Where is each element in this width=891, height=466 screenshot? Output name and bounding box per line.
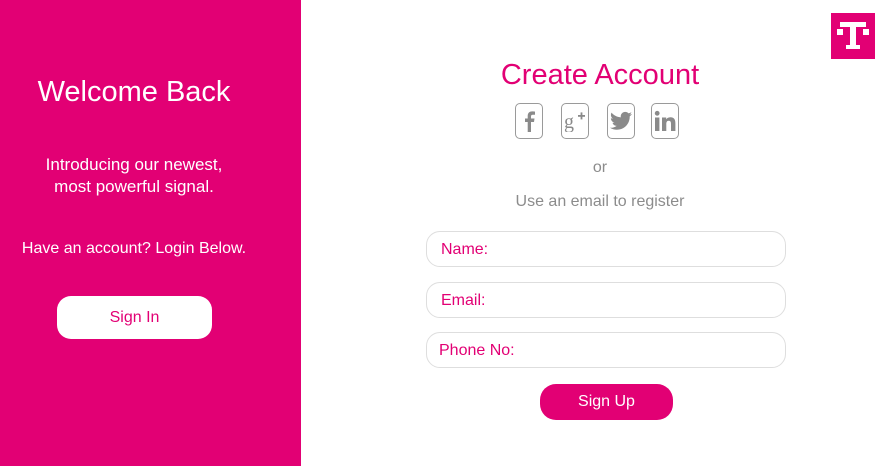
facebook-button[interactable]	[515, 103, 543, 139]
facebook-icon	[522, 110, 536, 132]
phone-field[interactable]: Phone No:	[426, 332, 786, 368]
tagline-line-2: most powerful signal.	[54, 177, 214, 196]
sign-in-button[interactable]: Sign In	[57, 296, 212, 339]
google-plus-button[interactable]: g	[561, 103, 589, 139]
welcome-panel: Welcome Back Introducing our newest, mos…	[0, 0, 301, 466]
phone-field-label: Phone No:	[439, 342, 515, 359]
email-field[interactable]: Email:	[426, 282, 786, 318]
tagline-line-1: Introducing our newest,	[45, 155, 223, 174]
name-field[interactable]: Name:	[426, 231, 786, 267]
email-input[interactable]	[537, 287, 771, 315]
svg-text:g: g	[564, 111, 574, 132]
sign-up-button[interactable]: Sign Up	[540, 384, 673, 420]
tagline: Introducing our newest, most powerful si…	[0, 154, 268, 198]
or-divider-text: or	[592, 159, 608, 176]
t-logo-icon	[831, 13, 875, 59]
name-field-label: Name:	[441, 241, 489, 258]
google-plus-icon: g	[563, 110, 587, 132]
phone-input[interactable]	[537, 337, 771, 365]
email-register-hint: Use an email to register	[515, 193, 685, 210]
name-input[interactable]	[537, 236, 771, 264]
linkedin-icon	[654, 110, 676, 132]
have-account-text: Have an account? Login Below.	[21, 240, 247, 257]
twitter-icon	[610, 111, 632, 131]
linkedin-button[interactable]	[651, 103, 679, 139]
social-login-row: g	[514, 103, 684, 141]
email-field-label: Email:	[441, 292, 486, 309]
twitter-button[interactable]	[607, 103, 635, 139]
create-account-title: Create Account	[500, 59, 700, 91]
welcome-title: Welcome Back	[37, 76, 231, 108]
